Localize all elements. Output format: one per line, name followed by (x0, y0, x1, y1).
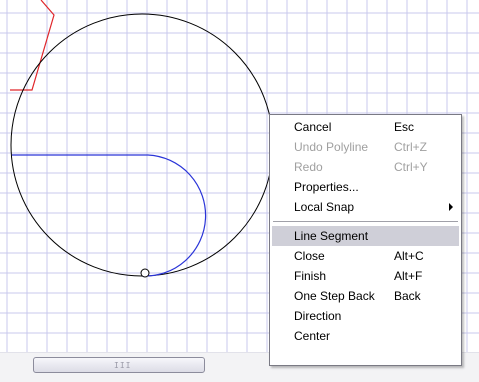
menu-item-shortcut: Alt+C (394, 249, 424, 263)
menu-item-one-step-back[interactable]: One Step Back Back (272, 286, 459, 306)
menu-item-label: Properties... (294, 180, 359, 194)
menu-item-label: Local Snap (294, 200, 355, 214)
menu-item-line-segment[interactable]: Line Segment (272, 226, 459, 246)
polyline-end-marker[interactable] (140, 268, 150, 278)
scrollbar-thumb[interactable]: III (33, 357, 205, 373)
menu-item-label: Finish (294, 269, 327, 283)
menu-item-label: Redo (294, 160, 323, 174)
menu-item-label: Line Segment (294, 229, 369, 243)
menu-item-shortcut: Ctrl+Z (394, 140, 427, 154)
menu-item-shortcut: Back (394, 289, 421, 303)
menu-item-cancel[interactable]: Cancel Esc (272, 117, 459, 137)
menu-item-label: Close (294, 249, 325, 263)
scrollbar-grip-icon: III (114, 361, 132, 370)
menu-item-center[interactable]: Center (272, 326, 459, 346)
menu-item-label: Cancel (294, 120, 332, 134)
menu-item-redo: Redo Ctrl+Y (272, 157, 459, 177)
submenu-arrow-icon (449, 203, 453, 211)
menu-item-properties[interactable]: Properties... (272, 177, 459, 197)
menu-item-label: Undo Polyline (294, 140, 369, 154)
menu-item-shortcut: Esc (394, 120, 415, 134)
menu-item-direction[interactable]: Direction (272, 306, 459, 326)
menu-item-label: Center (294, 329, 331, 343)
context-menu: Cancel Esc Undo Polyline Ctrl+Z Redo Ctr… (269, 114, 462, 366)
menu-item-shortcut: Ctrl+Y (394, 160, 428, 174)
menu-item-local-snap[interactable]: Local Snap (272, 197, 459, 217)
menu-item-label: Direction (294, 309, 342, 323)
menu-item-close[interactable]: Close Alt+C (272, 246, 459, 266)
menu-separator (273, 221, 458, 222)
menu-item-shortcut: Alt+F (394, 269, 423, 283)
menu-item-undo-polyline: Undo Polyline Ctrl+Z (272, 137, 459, 157)
menu-item-finish[interactable]: Finish Alt+F (272, 266, 459, 286)
menu-item-label: One Step Back (294, 289, 375, 303)
